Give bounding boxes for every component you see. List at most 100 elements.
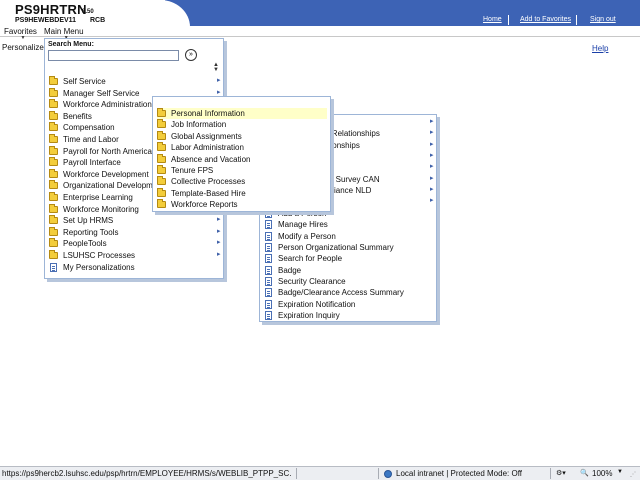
tools-icon[interactable]: ⚙▾ <box>556 469 566 477</box>
personal-information-item[interactable]: Search for People <box>264 253 436 264</box>
server-name: PS9HEWEBDEV11 <box>15 17 77 24</box>
personalize-link[interactable]: Personalize <box>2 43 44 52</box>
chevron-right-icon: ▸ <box>217 88 221 96</box>
workforce-item-label: Job Information <box>171 120 227 130</box>
folder-icon <box>157 130 166 140</box>
favorites-menu[interactable]: Favorites ▼ <box>4 27 37 41</box>
workforce-item-label: Collective Processes <box>171 177 246 187</box>
header-link-divider <box>508 15 509 25</box>
document-icon <box>265 276 272 286</box>
workforce-item[interactable]: Job Information <box>157 119 327 130</box>
personal-information-item-label: Manage Hires <box>278 220 328 230</box>
main-menu-item-label: PeopleTools <box>63 239 107 249</box>
workforce-item-label: Global Assignments <box>171 131 242 141</box>
workforce-item-label: Tenure FPS <box>171 166 214 175</box>
personal-information-item[interactable]: Expiration Inquiry <box>264 310 436 321</box>
workforce-item[interactable]: Absence and Vacation <box>157 153 327 165</box>
header-link-divider <box>576 15 577 25</box>
personal-information-item-label: Modify a Person <box>278 231 336 241</box>
status-divider <box>296 468 297 479</box>
workforce-item-label: Personal Information <box>171 109 245 118</box>
document-icon <box>265 231 272 241</box>
workforce-item[interactable]: Tenure FPS <box>157 165 327 176</box>
add-to-favorites-link[interactable]: Add to Favorites <box>520 16 571 23</box>
personal-information-item[interactable]: Security Clearance <box>264 276 436 287</box>
main-menu-item-label: Manager Self Service <box>63 88 140 98</box>
main-menu-item[interactable]: Reporting Tools ▸ <box>49 226 223 238</box>
main-menu[interactable]: Main Menu ▼ <box>44 27 84 41</box>
main-menu-item-label: Benefits <box>63 111 92 121</box>
help-link[interactable]: Help <box>592 44 608 53</box>
chevron-right-icon: ▸ <box>217 216 221 224</box>
home-link[interactable]: Home <box>483 16 502 23</box>
go-arrow-icon[interactable]: » <box>185 49 197 61</box>
folder-icon <box>49 192 58 201</box>
app-version: 8.50 <box>82 9 94 15</box>
personal-information-item[interactable]: Badge <box>264 265 436 276</box>
folder-icon <box>157 187 166 197</box>
header-links-bar: Home Add to Favorites Sign out <box>186 14 640 26</box>
document-icon <box>265 254 272 264</box>
main-menu-item[interactable]: Set Up HRMS ▸ <box>49 215 223 226</box>
zoom-icon[interactable]: 🔍 <box>580 469 589 477</box>
sign-out-link[interactable]: Sign out <box>590 16 616 23</box>
document-icon <box>50 262 57 272</box>
workforce-item[interactable]: Personal Information <box>157 108 327 119</box>
main-menu-item-label: Reporting Tools <box>63 227 119 237</box>
personal-information-item-label: Person Organizational Summary <box>278 242 394 252</box>
chevron-down-icon[interactable]: ▼ <box>617 469 623 475</box>
personal-information-item[interactable]: Person Organizational Summary <box>264 242 436 253</box>
chevron-right-icon: ▸ <box>217 77 221 84</box>
search-menu-input[interactable] <box>48 50 179 61</box>
main-menu-item-label: Workforce Development <box>63 169 149 179</box>
main-menu-item[interactable]: My Personalizations <box>49 262 223 273</box>
chevron-right-icon: ▸ <box>430 197 434 205</box>
document-icon <box>265 288 272 298</box>
main-menu-item-label: Set Up HRMS <box>63 216 114 226</box>
folder-icon <box>49 122 58 132</box>
personal-information-item-label: Expiration Inquiry <box>278 310 340 320</box>
security-zone-text[interactable]: Local intranet | Protected Mode: Off <box>396 469 522 478</box>
folder-icon <box>157 176 166 186</box>
folder-icon <box>49 110 58 120</box>
folder-icon <box>49 87 58 97</box>
chevron-right-icon: ▸ <box>430 186 434 194</box>
workforce-item[interactable]: Template-Based Hire <box>157 187 327 199</box>
folder-icon <box>49 226 58 236</box>
main-menu-item-label: Compensation <box>63 123 115 133</box>
main-menu-item-label: Payroll Interface <box>63 158 121 168</box>
main-menu-item-label: Workforce Administration <box>63 100 152 110</box>
scroll-arrows-icon[interactable]: ▲ ▼ <box>213 62 219 73</box>
workforce-item[interactable]: Labor Administration <box>157 142 327 153</box>
personal-information-item-label: Badge <box>278 265 302 275</box>
chevron-right-icon: ▸ <box>430 118 434 125</box>
zoom-level[interactable]: 100% <box>592 469 612 478</box>
personal-information-item[interactable]: Expiration Notification <box>264 299 436 310</box>
main-menu-item-label: Workforce Monitoring <box>63 204 139 214</box>
folder-icon <box>49 76 58 85</box>
personal-information-item[interactable]: Badge/Clearance Access Summary <box>264 287 436 298</box>
workforce-item[interactable]: Global Assignments <box>157 130 327 142</box>
main-menu-item[interactable]: LSUHSC Processes ▸ <box>49 250 223 261</box>
document-icon <box>265 265 272 275</box>
search-menu-label: Search Menu: <box>48 41 94 48</box>
app-title: PS9HRTRN <box>15 2 87 17</box>
workforce-item[interactable]: Workforce Reports <box>157 199 327 210</box>
main-menu-item-label: Payroll for North America <box>63 146 152 156</box>
main-menu-item[interactable]: Self Service ▸ <box>49 76 223 87</box>
workforce-item-label: Workforce Reports <box>171 200 238 210</box>
menu-bar: Favorites ▼ Main Menu ▼ <box>0 27 640 41</box>
resize-grip-icon[interactable]: ⋰ <box>630 471 636 478</box>
status-divider <box>550 468 551 479</box>
workforce-item[interactable]: Collective Processes <box>157 176 327 187</box>
main-menu-item-label: My Personalizations <box>63 262 135 272</box>
personal-information-item-label: Badge/Clearance Access Summary <box>278 288 404 298</box>
folder-icon <box>49 238 58 248</box>
personal-information-item[interactable]: Modify a Person <box>264 231 436 242</box>
folder-icon <box>157 108 166 117</box>
personal-information-item[interactable]: Manage Hires <box>264 219 436 230</box>
folder-icon <box>49 215 58 225</box>
chevron-right-icon: ▸ <box>217 239 221 247</box>
chevron-right-icon: ▸ <box>430 140 434 148</box>
main-menu-item[interactable]: PeopleTools ▸ <box>49 238 223 249</box>
